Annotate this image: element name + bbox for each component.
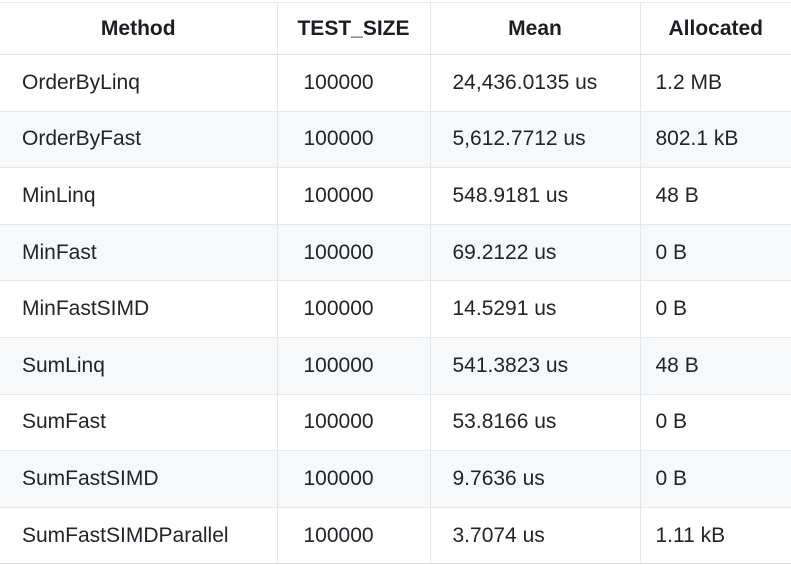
column-header-mean: Mean: [430, 2, 641, 55]
cell-allocated: 0 B: [640, 224, 791, 282]
cell-mean: 24,436.0135 us: [430, 54, 641, 112]
cell-mean: 5,612.7712 us: [430, 111, 641, 169]
column-header-test-size: TEST_SIZE: [277, 2, 431, 55]
benchmark-results-table: Method TEST_SIZE Mean Allocated OrderByL…: [0, 2, 791, 565]
table-row: SumFast 100000 53.8166 us 0 B: [0, 394, 791, 452]
table-header: Method TEST_SIZE Mean Allocated: [0, 2, 791, 55]
cell-method: OrderByLinq: [0, 54, 278, 112]
table-row: MinLinq 100000 548.9181 us 48 B: [0, 167, 791, 225]
cell-method: MinFastSIMD: [0, 280, 278, 338]
benchmark-results-container: Method TEST_SIZE Mean Allocated OrderByL…: [0, 0, 791, 565]
cell-test-size: 100000: [277, 507, 431, 565]
cell-test-size: 100000: [277, 167, 431, 225]
table-row: SumLinq 100000 541.3823 us 48 B: [0, 337, 791, 395]
cell-test-size: 100000: [277, 224, 431, 282]
cell-allocated: 0 B: [640, 450, 791, 508]
table-row: OrderByFast 100000 5,612.7712 us 802.1 k…: [0, 111, 791, 169]
cell-test-size: 100000: [277, 337, 431, 395]
cell-allocated: 48 B: [640, 167, 791, 225]
cell-method: SumLinq: [0, 337, 278, 395]
table-row: MinFastSIMD 100000 14.5291 us 0 B: [0, 280, 791, 338]
cell-allocated: 0 B: [640, 280, 791, 338]
cell-mean: 541.3823 us: [430, 337, 641, 395]
table-row: SumFastSIMD 100000 9.7636 us 0 B: [0, 450, 791, 508]
cell-allocated: 802.1 kB: [640, 111, 791, 169]
cell-method: SumFast: [0, 394, 278, 452]
table-body: OrderByLinq 100000 24,436.0135 us 1.2 MB…: [0, 54, 791, 565]
table-header-row: Method TEST_SIZE Mean Allocated: [0, 2, 791, 55]
cell-test-size: 100000: [277, 54, 431, 112]
cell-allocated: 1.2 MB: [640, 54, 791, 112]
cell-method: SumFastSIMDParallel: [0, 507, 278, 565]
cell-test-size: 100000: [277, 111, 431, 169]
column-header-method: Method: [0, 2, 278, 55]
cell-allocated: 48 B: [640, 337, 791, 395]
table-row: MinFast 100000 69.2122 us 0 B: [0, 224, 791, 282]
cell-test-size: 100000: [277, 394, 431, 452]
cell-allocated: 1.11 kB: [640, 507, 791, 565]
cell-method: OrderByFast: [0, 111, 278, 169]
cell-allocated: 0 B: [640, 394, 791, 452]
table-row: OrderByLinq 100000 24,436.0135 us 1.2 MB: [0, 54, 791, 112]
cell-test-size: 100000: [277, 280, 431, 338]
cell-mean: 14.5291 us: [430, 280, 641, 338]
column-header-allocated: Allocated: [640, 2, 791, 55]
cell-mean: 3.7074 us: [430, 507, 641, 565]
cell-method: MinFast: [0, 224, 278, 282]
cell-test-size: 100000: [277, 450, 431, 508]
cell-mean: 548.9181 us: [430, 167, 641, 225]
cell-mean: 69.2122 us: [430, 224, 641, 282]
cell-mean: 9.7636 us: [430, 450, 641, 508]
table-row: SumFastSIMDParallel 100000 3.7074 us 1.1…: [0, 507, 791, 565]
cell-mean: 53.8166 us: [430, 394, 641, 452]
cell-method: SumFastSIMD: [0, 450, 278, 508]
cell-method: MinLinq: [0, 167, 278, 225]
